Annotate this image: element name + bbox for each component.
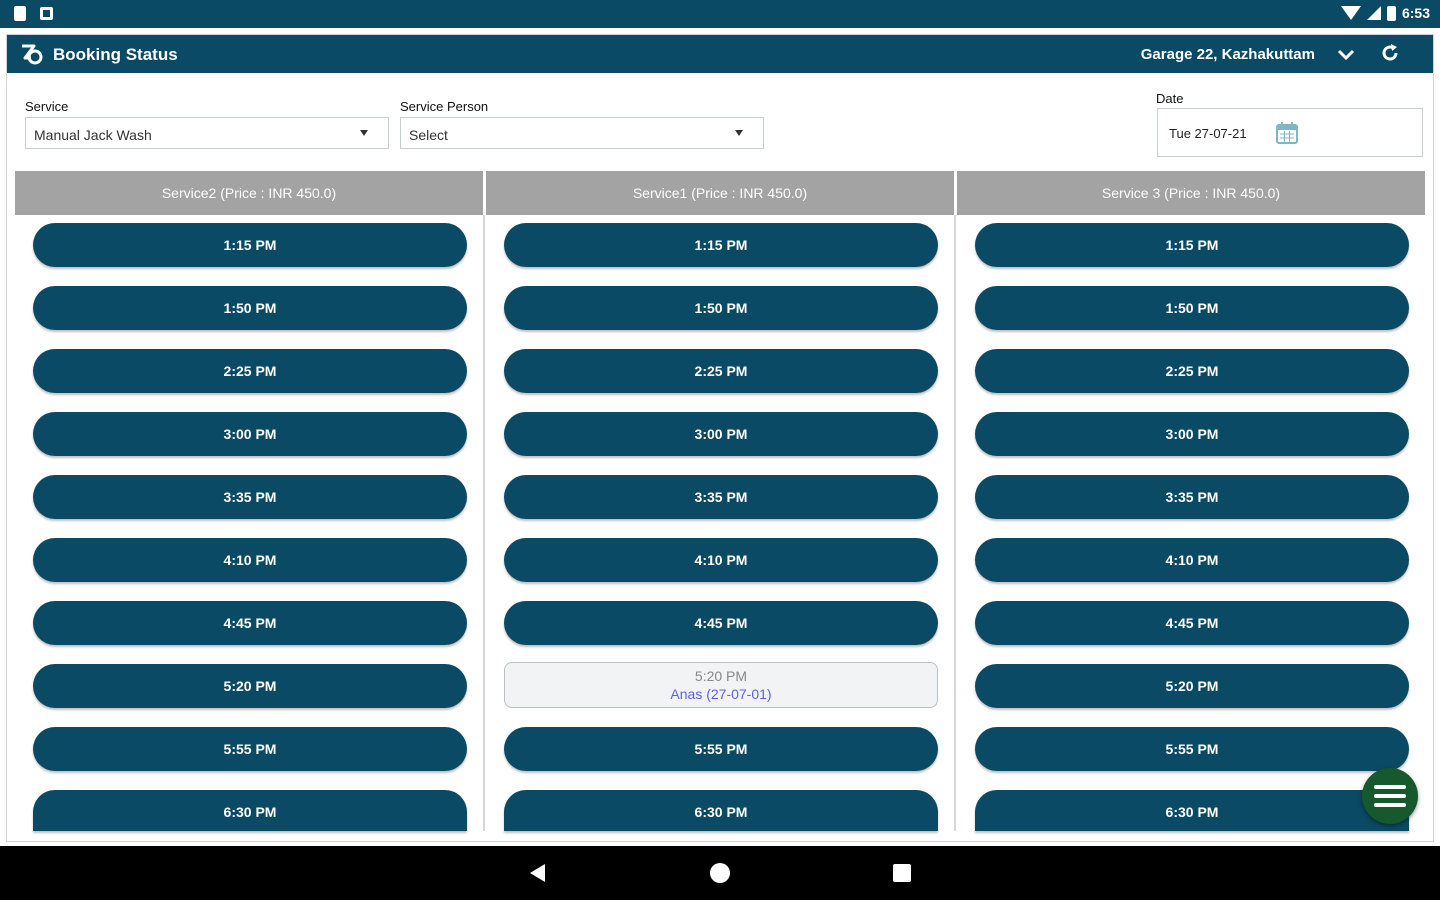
- calendar-icon[interactable]: [1275, 121, 1299, 145]
- wifi-icon: [1340, 6, 1361, 20]
- notification-icon: [14, 6, 26, 21]
- status-time: 6:53: [1401, 5, 1430, 21]
- time-slot-button[interactable]: 1:15 PM: [33, 223, 467, 267]
- menu-fab-button[interactable]: [1362, 768, 1418, 824]
- date-value: Tue 27-07-21: [1169, 126, 1247, 141]
- time-slot-button[interactable]: 4:10 PM: [504, 538, 938, 582]
- time-slot-button[interactable]: 5:55 PM: [504, 727, 938, 771]
- time-slot-button[interactable]: 6:30 PM: [33, 790, 467, 831]
- date-picker[interactable]: Tue 27-07-21: [1157, 108, 1423, 157]
- time-slot-button[interactable]: 5:55 PM: [975, 727, 1409, 771]
- system-nav-bar: [0, 846, 1440, 900]
- column-divider: [483, 215, 485, 831]
- service-value: Manual Jack Wash: [34, 127, 152, 143]
- service-column: Service1 (Price : INR 450.0) 1:15 PM 1:5…: [486, 171, 956, 831]
- booked-by-label: Anas (27-07-01): [670, 686, 772, 702]
- time-slot-button[interactable]: 3:35 PM: [504, 475, 938, 519]
- menu-icon-line: [1374, 803, 1406, 807]
- refresh-icon[interactable]: [1379, 42, 1401, 64]
- time-slot-button[interactable]: 4:45 PM: [504, 601, 938, 645]
- time-slot-button[interactable]: 1:50 PM: [504, 286, 938, 330]
- app-logo-icon: [22, 44, 43, 65]
- service-person-label: Service Person: [400, 99, 489, 114]
- time-slot-button[interactable]: 3:00 PM: [504, 412, 938, 456]
- time-slot-button[interactable]: 2:25 PM: [33, 349, 467, 393]
- time-slot-button[interactable]: 5:20 PM: [975, 664, 1409, 708]
- service-column: Service 3 (Price : INR 450.0) 1:15 PM 1:…: [957, 171, 1425, 831]
- time-slot-button[interactable]: 3:00 PM: [33, 412, 467, 456]
- booked-slot-time: 5:20 PM: [694, 668, 748, 684]
- service-person-dropdown[interactable]: Select: [400, 117, 764, 149]
- time-slot-button[interactable]: 1:50 PM: [33, 286, 467, 330]
- time-slot-button[interactable]: 3:35 PM: [975, 475, 1409, 519]
- time-slot-button[interactable]: 4:10 PM: [975, 538, 1409, 582]
- time-slot-button[interactable]: 1:15 PM: [504, 223, 938, 267]
- signal-icon: [1366, 6, 1381, 20]
- time-slot-button[interactable]: 5:55 PM: [33, 727, 467, 771]
- time-slot-button[interactable]: 2:25 PM: [975, 349, 1409, 393]
- time-slot-button[interactable]: 3:35 PM: [33, 475, 467, 519]
- column-header: Service1 (Price : INR 450.0): [486, 171, 954, 215]
- column-header: Service 3 (Price : INR 450.0): [957, 171, 1425, 215]
- time-slot-button[interactable]: 6:30 PM: [975, 790, 1409, 831]
- time-slot-button[interactable]: 4:45 PM: [975, 601, 1409, 645]
- time-slot-button[interactable]: 3:00 PM: [975, 412, 1409, 456]
- garage-location[interactable]: Garage 22, Kazhakuttam: [1141, 46, 1315, 63]
- back-icon[interactable]: [530, 864, 545, 882]
- time-slot-button[interactable]: 4:45 PM: [33, 601, 467, 645]
- home-icon[interactable]: [710, 863, 730, 883]
- time-slot-button[interactable]: 1:15 PM: [975, 223, 1409, 267]
- app-bar: Booking Status Garage 22, Kazhakuttam: [7, 35, 1433, 73]
- time-slot-button[interactable]: 1:50 PM: [975, 286, 1409, 330]
- service-label: Service: [25, 99, 69, 114]
- page-title: Booking Status: [53, 45, 178, 64]
- column-header: Service2 (Price : INR 450.0): [15, 171, 483, 215]
- app-window: Booking Status Garage 22, Kazhakuttam Se…: [6, 34, 1434, 842]
- service-dropdown[interactable]: Manual Jack Wash: [25, 117, 389, 149]
- time-slot-button[interactable]: 5:20 PM: [33, 664, 467, 708]
- time-slot-button[interactable]: 6:30 PM: [504, 790, 938, 831]
- notification-icon: [40, 7, 53, 20]
- dropdown-arrow-icon: [735, 130, 743, 136]
- time-slot-button[interactable]: 4:10 PM: [33, 538, 467, 582]
- chevron-down-icon[interactable]: [1335, 43, 1357, 65]
- service-column: Service2 (Price : INR 450.0) 1:15 PM 1:5…: [15, 171, 485, 831]
- column-divider: [954, 215, 956, 831]
- menu-icon-line: [1374, 794, 1406, 798]
- service-person-value: Select: [409, 127, 448, 143]
- booked-time-slot[interactable]: 5:20 PM Anas (27-07-01): [504, 662, 938, 708]
- recent-apps-icon[interactable]: [893, 864, 911, 882]
- status-bar: 6:53: [0, 0, 1440, 28]
- time-slot-button[interactable]: 2:25 PM: [504, 349, 938, 393]
- menu-icon: [1374, 785, 1406, 789]
- battery-icon: [1386, 5, 1396, 21]
- date-label: Date: [1156, 91, 1184, 106]
- dropdown-arrow-icon: [360, 130, 368, 136]
